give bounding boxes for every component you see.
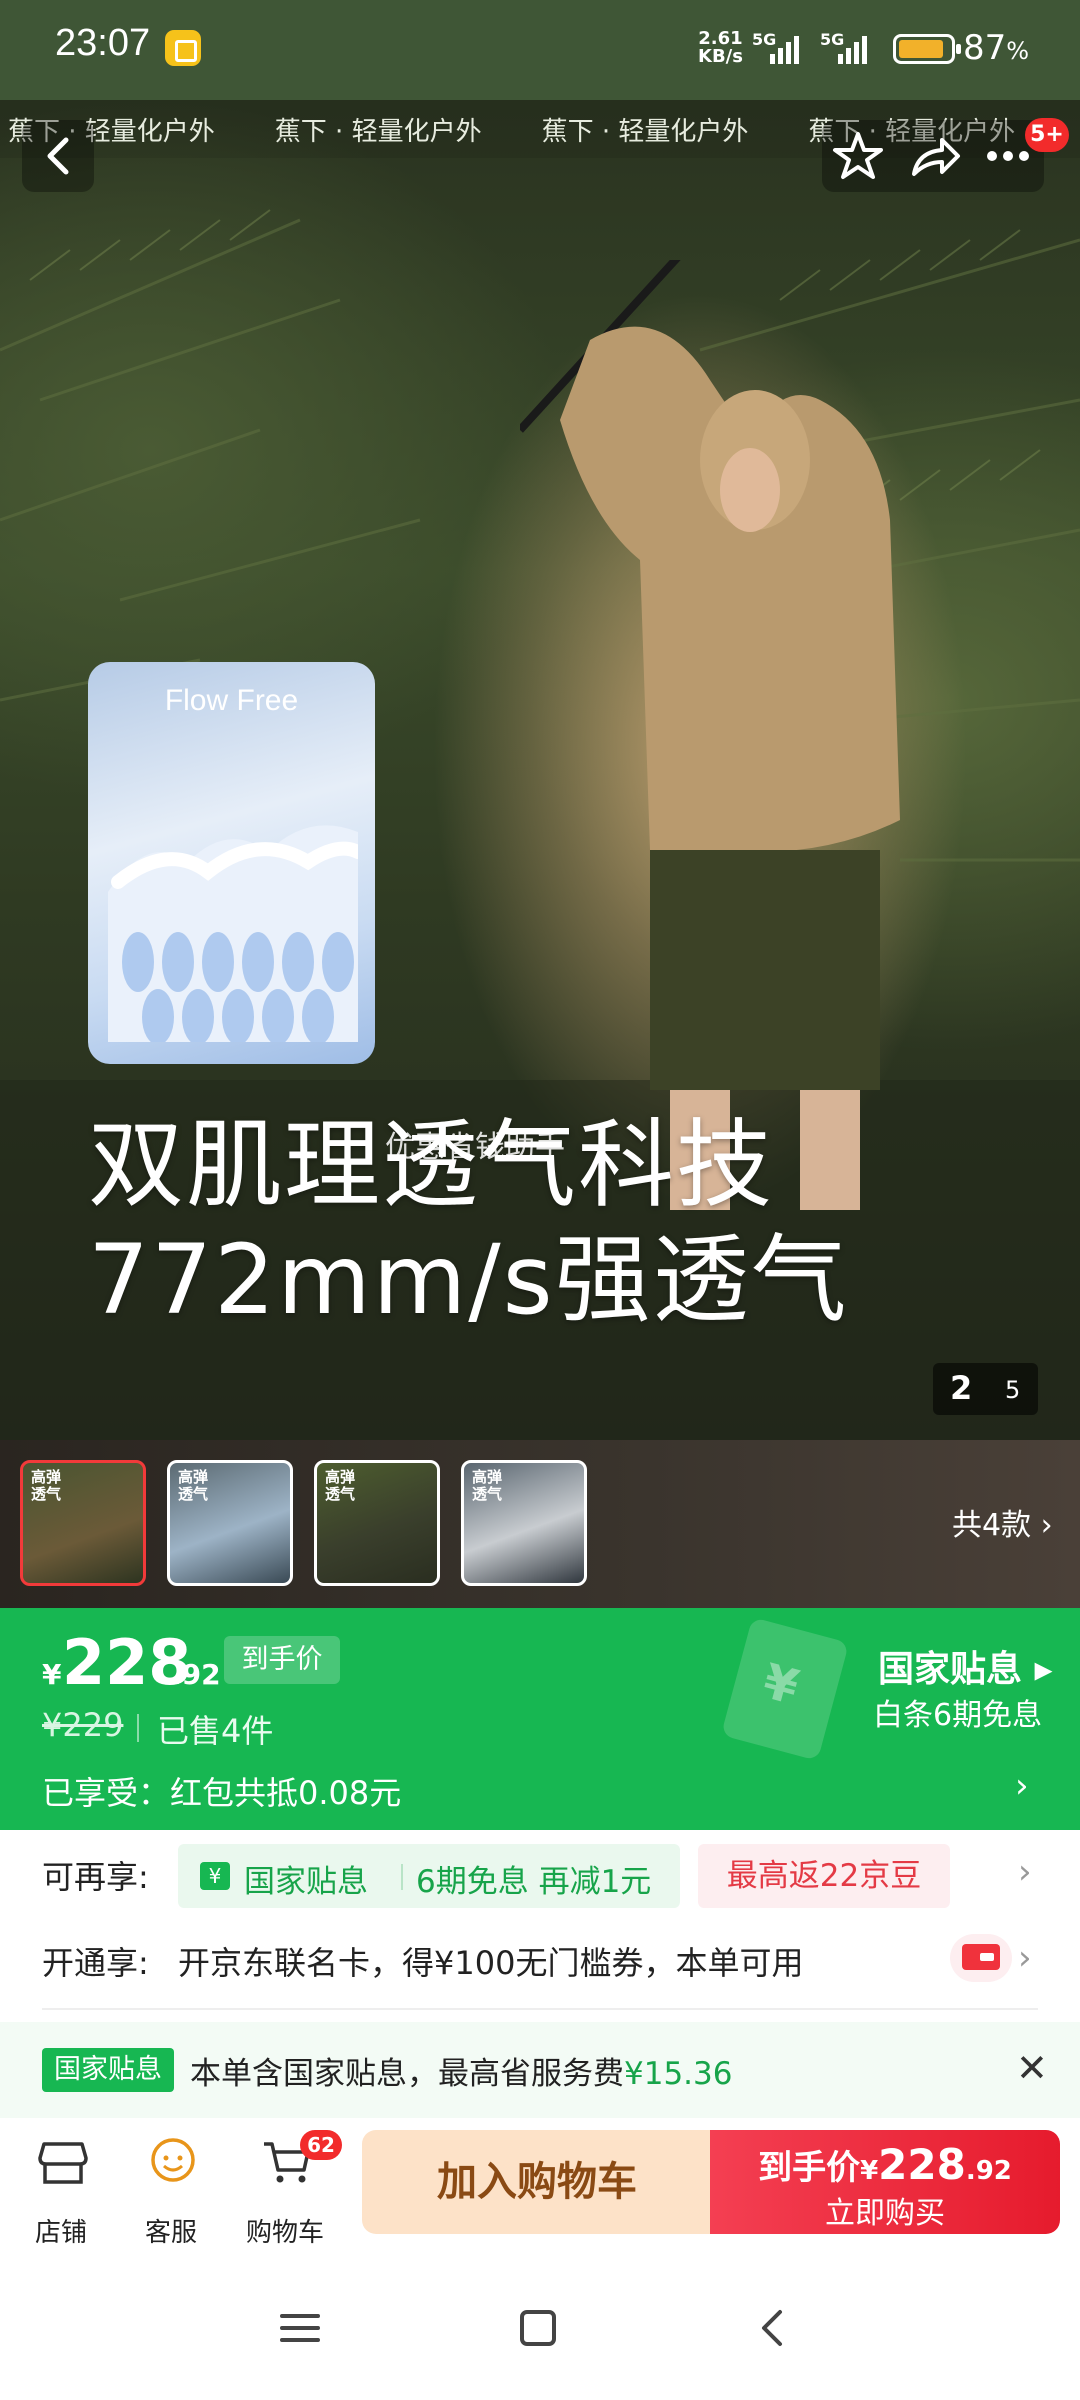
cart-count-badge: 62 — [300, 2130, 342, 2160]
yen-icon: ¥ — [200, 1862, 230, 1890]
variant-thumb[interactable]: 高弹 透气 — [314, 1460, 440, 1586]
coupon-icon: ¥ — [720, 1617, 850, 1761]
variant-thumb[interactable]: 高弹 透气 — [167, 1460, 293, 1586]
back-button[interactable] — [22, 120, 94, 192]
sold-count: 已售4件 — [157, 1712, 274, 1750]
brand-strip-item: 蕉下 · 轻量化户外 — [541, 116, 749, 147]
buy-price: 到手价¥228.92 — [758, 2140, 1012, 2189]
subsidy-amount: ¥15.36 — [624, 2056, 733, 2092]
chevron-right-icon[interactable]: › — [1018, 1938, 1032, 1978]
share-icon[interactable] — [898, 120, 970, 192]
pager-current: 2 — [950, 1369, 973, 1407]
fabric-card-title: Flow Free — [164, 684, 299, 717]
battery-percent: 87% — [963, 28, 1030, 68]
national-subsidy-link[interactable]: 国家贴息 ▸ — [878, 1640, 1053, 1692]
knit-fabric-illustration — [108, 825, 358, 1042]
card-offer-row[interactable]: 开通享: 开京东联名卡，得¥100无门槛券，本单可用 › — [0, 1922, 1080, 2010]
service-label: 客服 — [144, 2218, 197, 2248]
card-offer-text: 开京东联名卡，得¥100无门槛券，本单可用 — [178, 1944, 804, 1982]
fabric-card: Flow Free — [88, 662, 375, 1064]
pager-total: 5 — [1005, 1376, 1021, 1404]
back-icon — [47, 137, 69, 175]
subsidy-notice-tag: 国家贴息 — [42, 2048, 174, 2092]
cart-label: 购物车 — [245, 2218, 324, 2248]
subsidy-notice-bar: 国家贴息 本单含国家贴息，最高省服务费¥15.36 ✕ — [0, 2022, 1080, 2118]
close-icon[interactable]: ✕ — [1016, 2046, 1048, 2090]
watermark-text: 优惠省钱助手 — [385, 1130, 565, 1165]
buy-now-button[interactable]: 到手价¥228.92 立即购买 — [710, 2130, 1060, 2234]
star-icon[interactable] — [822, 120, 894, 192]
battery-icon — [893, 34, 961, 64]
subsidy-perk-chip[interactable]: ¥ 国家贴息 6期免息 再减1元 — [178, 1844, 680, 1908]
separator — [137, 1714, 139, 1742]
installment-perk-text: 6期免息 再减1元 — [416, 1864, 652, 1900]
model-figure — [520, 260, 900, 1210]
system-nav-bar — [0, 2258, 1080, 2400]
top-actions — [822, 120, 1044, 192]
price-panel: ¥ 228 .92 到手价 ¥229 已售4件 已享受：红包共抵0.08元 › … — [0, 1608, 1080, 1830]
variant-thumb-label: 高弹 透气 — [178, 1468, 209, 1503]
net-speed: 2.61 KB/s — [698, 30, 743, 66]
variant-strip: 高弹 透气 高弹 透气 高弹 透气 高弹 透气 共4款 › — [0, 1440, 1080, 1608]
headline-line2: 772mm/s强透气 — [88, 1224, 849, 1336]
status-time: 23:07 — [55, 22, 151, 64]
discount-enjoyed[interactable]: 已享受：红包共抵0.08元 — [42, 1768, 401, 1814]
price-currency: ¥ — [42, 1658, 62, 1691]
net-speed-unit: KB/s — [698, 46, 743, 67]
jd-beans-chip[interactable]: 最高返22京豆 — [698, 1844, 950, 1908]
back-nav-icon[interactable] — [752, 2306, 796, 2350]
brand-strip-item: 蕉下 · 轻量化户外 — [274, 116, 482, 147]
buy-now-label: 立即购买 — [825, 2196, 945, 2231]
chevron-right-icon[interactable]: › — [1018, 1852, 1032, 1892]
price-decimal: .92 — [171, 1658, 221, 1691]
variant-thumb[interactable]: 高弹 透气 — [20, 1460, 146, 1586]
home-nav-icon[interactable] — [516, 2306, 560, 2350]
add-to-cart-button[interactable]: 加入购物车 — [362, 2130, 712, 2234]
menu-nav-icon[interactable] — [278, 2306, 322, 2350]
image-pager: 2 5 — [933, 1363, 1038, 1415]
bottom-action-bar: 店铺 客服 62 购物车 加入购物车 到手价¥228.92 立即购买 — [0, 2118, 1080, 2258]
service-button[interactable]: 客服 — [126, 2134, 216, 2248]
variant-count[interactable]: 共4款 › — [952, 1500, 1053, 1544]
variant-thumb-label: 高弹 透气 — [325, 1468, 356, 1503]
variant-thumb-label: 高弹 透气 — [31, 1468, 62, 1503]
subsidy-notice-text: 本单含国家贴息，最高省服务费¥15.36 — [190, 2056, 733, 2092]
variant-thumb-label: 高弹 透气 — [472, 1468, 503, 1503]
divider — [42, 2008, 1038, 2010]
chevron-right-icon[interactable]: › — [1015, 1766, 1029, 1806]
status-bar: 23:07 2.61 KB/s 5G 5G 87% — [0, 0, 1080, 100]
shop-label: 店铺 — [34, 2218, 87, 2248]
original-price: ¥229 — [42, 1706, 124, 1744]
shop-icon — [38, 2142, 88, 2184]
card-offer-label: 开通享: — [42, 1944, 149, 1982]
installment-note: 白条6期免息 — [873, 1698, 1043, 1733]
subsidy-perk-text: 国家贴息 — [244, 1864, 368, 1900]
cart-button[interactable]: 62 购物车 — [240, 2130, 342, 2248]
extra-perks-label: 可再享: — [42, 1858, 149, 1896]
message-badge: 5+ — [1025, 118, 1069, 152]
variant-thumb[interactable]: 高弹 透气 — [461, 1460, 587, 1586]
extra-perks-row[interactable]: 可再享: ¥ 国家贴息 6期免息 再减1元 最高返22京豆 › — [0, 1830, 1080, 1922]
product-hero-image[interactable]: 蕉下 · 轻量化户外 蕉下 · 轻量化户外 蕉下 · 轻量化户外 蕉下 · 轻量… — [0, 100, 1080, 1440]
notification-app-icon — [165, 30, 201, 66]
credit-card-icon — [962, 1944, 1000, 1970]
chip-divider — [401, 1864, 403, 1890]
service-icon — [151, 2138, 195, 2182]
shop-button[interactable]: 店铺 — [16, 2134, 106, 2248]
final-price-tag: 到手价 — [224, 1636, 340, 1684]
